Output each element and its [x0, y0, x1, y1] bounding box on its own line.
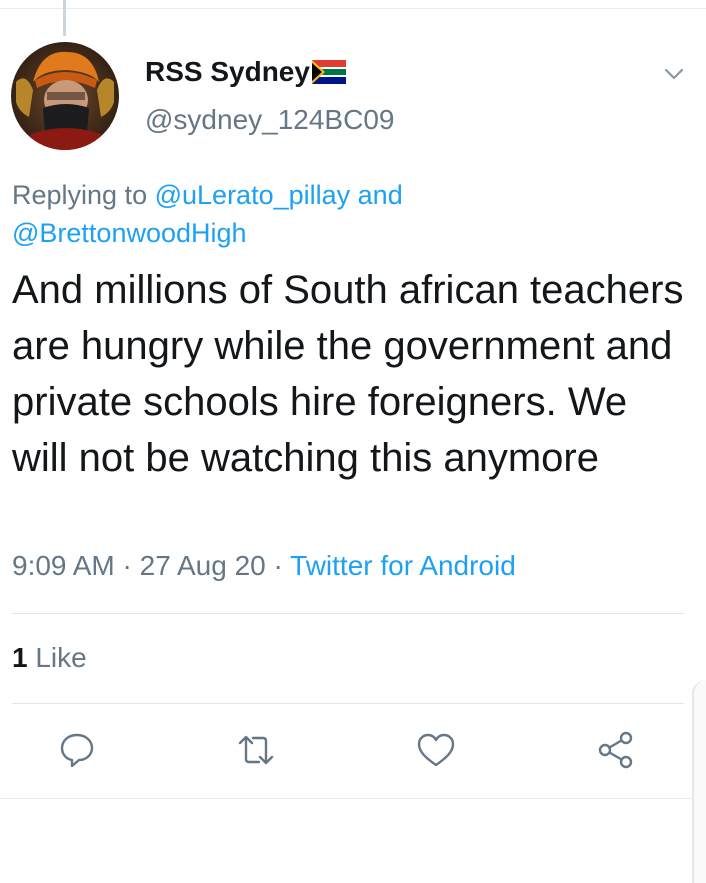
retweet-button[interactable] — [236, 730, 276, 770]
likes-count: 1 — [12, 642, 28, 673]
side-panel-edge — [692, 680, 706, 883]
reply-button[interactable] — [57, 730, 97, 770]
avatar-image — [11, 42, 119, 150]
bottom-divider — [0, 798, 706, 799]
share-button[interactable] — [596, 730, 636, 770]
like-button[interactable] — [416, 730, 456, 770]
retweet-icon — [238, 735, 274, 765]
tweet-meta: 9:09 AM · 27 Aug 20 · Twitter for Androi… — [12, 550, 516, 582]
tweet-text: And millions of South african teachers a… — [12, 268, 684, 480]
mention-link-2[interactable]: @BrettonwoodHigh — [12, 218, 247, 248]
top-divider — [0, 8, 706, 9]
chevron-down-icon[interactable] — [660, 60, 688, 88]
likes-label: Like — [35, 642, 87, 673]
tweet-source-link[interactable]: Twitter for Android — [290, 550, 516, 581]
reply-icon — [60, 733, 94, 768]
tweet-time[interactable]: 9:09 AM — [12, 550, 115, 581]
reply-conjunction[interactable]: and — [358, 180, 403, 210]
reply-context: Replying to @uLerato_pillay and @Bretton… — [12, 176, 672, 252]
meta-separator: · — [273, 550, 283, 581]
share-icon — [598, 731, 633, 769]
heart-icon — [417, 733, 455, 767]
tweet-date[interactable]: 27 Aug 20 — [140, 550, 266, 581]
author-handle[interactable]: @sydney_124BC09 — [145, 104, 394, 136]
meta-separator: · — [122, 550, 132, 581]
author-display-name[interactable]: RSS Sydney — [145, 56, 310, 88]
mention-link-1[interactable]: @uLerato_pillay — [155, 180, 351, 210]
south-africa-flag-icon — [312, 60, 346, 84]
divider — [12, 703, 684, 704]
divider — [12, 613, 684, 614]
avatar[interactable] — [11, 42, 119, 150]
thread-connector-line — [63, 0, 66, 36]
likes-stat[interactable]: 1 Like — [12, 642, 87, 674]
replying-prefix: Replying to — [12, 180, 148, 210]
